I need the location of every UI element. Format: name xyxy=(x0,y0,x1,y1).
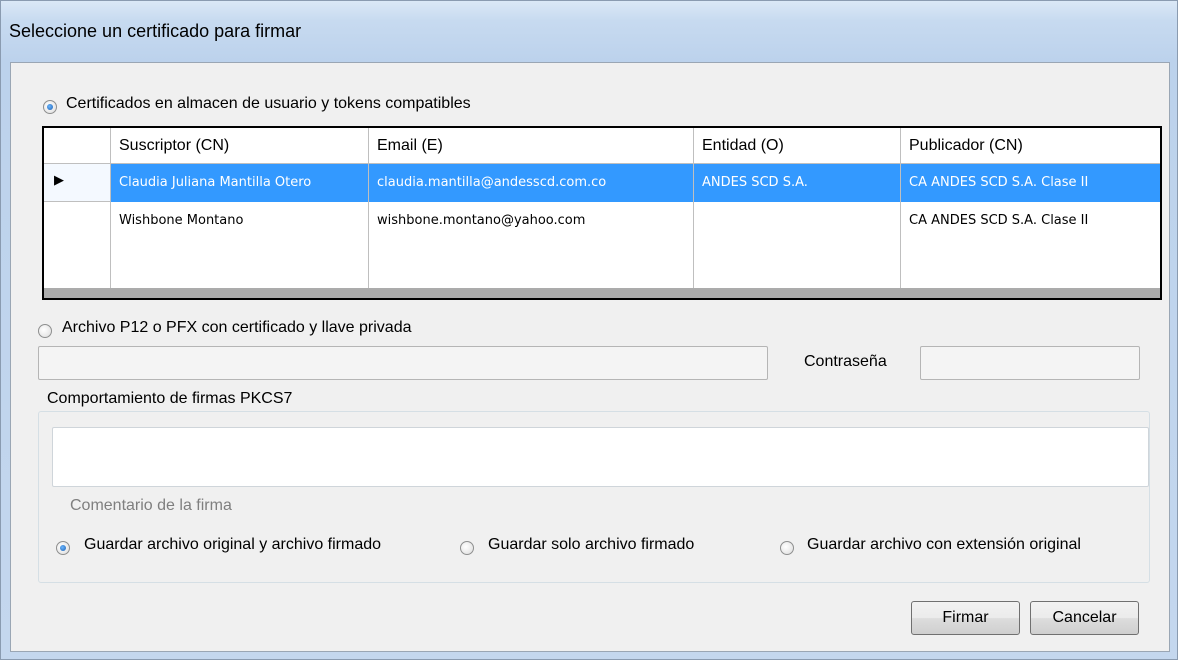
cell-entity: ANDES SCD S.A. xyxy=(694,164,901,202)
column-header-email[interactable]: Email (E) xyxy=(369,128,694,164)
sign-button[interactable]: Firmar xyxy=(911,601,1020,635)
column-header-entity[interactable]: Entidad (O) xyxy=(694,128,901,164)
save-original-extension-label[interactable]: Guardar archivo con extensión original xyxy=(807,536,1081,554)
cell-email: claudia.mantilla@andesscd.com.co xyxy=(369,164,694,202)
window-title: Seleccione un certificado para firmar xyxy=(9,21,302,41)
table-row[interactable]: Wishbone Montano wishbone.montano@yahoo.… xyxy=(44,202,1160,288)
file-radio-label[interactable]: Archivo P12 o PFX con certificado y llav… xyxy=(62,319,412,337)
cell-subscriber: Claudia Juliana Mantilla Otero xyxy=(111,164,369,202)
cell-subscriber: Wishbone Montano xyxy=(111,202,369,288)
table-row[interactable]: Claudia Juliana Mantilla Otero claudia.m… xyxy=(44,164,1160,202)
save-signed-only-label[interactable]: Guardar solo archivo firmado xyxy=(488,536,694,554)
dialog-window: Seleccione un certificado para firmar Ce… xyxy=(0,0,1178,660)
title-bar[interactable]: Seleccione un certificado para firmar xyxy=(1,1,1177,61)
file-radio[interactable] xyxy=(38,324,52,338)
cell-publisher: CA ANDES SCD S.A. Clase II xyxy=(909,213,1089,228)
certificates-grid: Suscriptor (CN) Email (E) Entidad (O) Pu… xyxy=(42,126,1162,300)
grid-body: Suscriptor (CN) Email (E) Entidad (O) Pu… xyxy=(44,128,1160,288)
dialog-body: Certificados en almacen de usuario y tok… xyxy=(10,62,1170,652)
password-field[interactable] xyxy=(920,346,1140,380)
store-radio-label[interactable]: Certificados en almacen de usuario y tok… xyxy=(66,95,471,113)
save-signed-only-radio[interactable] xyxy=(460,541,474,555)
cell-entity xyxy=(694,202,901,288)
column-header-publisher[interactable]: Publicador (CN) xyxy=(901,128,1160,164)
file-path-field[interactable] xyxy=(38,346,768,380)
password-label: Contraseña xyxy=(804,353,887,370)
column-header-subscriber[interactable]: Suscriptor (CN) xyxy=(111,128,369,164)
grid-corner-header xyxy=(44,128,111,164)
save-both-label[interactable]: Guardar archivo original y archivo firma… xyxy=(84,536,381,554)
pkcs7-group-title: Comportamiento de firmas PKCS7 xyxy=(43,390,297,408)
cell-email: wishbone.montano@yahoo.com xyxy=(369,202,694,288)
signature-comment-label: Comentario de la firma xyxy=(70,497,232,514)
cancel-button[interactable]: Cancelar xyxy=(1030,601,1139,635)
signature-comment-field[interactable] xyxy=(52,427,1149,487)
store-radio[interactable] xyxy=(43,100,57,114)
save-original-extension-radio[interactable] xyxy=(780,541,794,555)
save-both-radio[interactable] xyxy=(56,541,70,555)
cell-publisher: CA ANDES SCD S.A. Clase II xyxy=(901,164,1160,202)
